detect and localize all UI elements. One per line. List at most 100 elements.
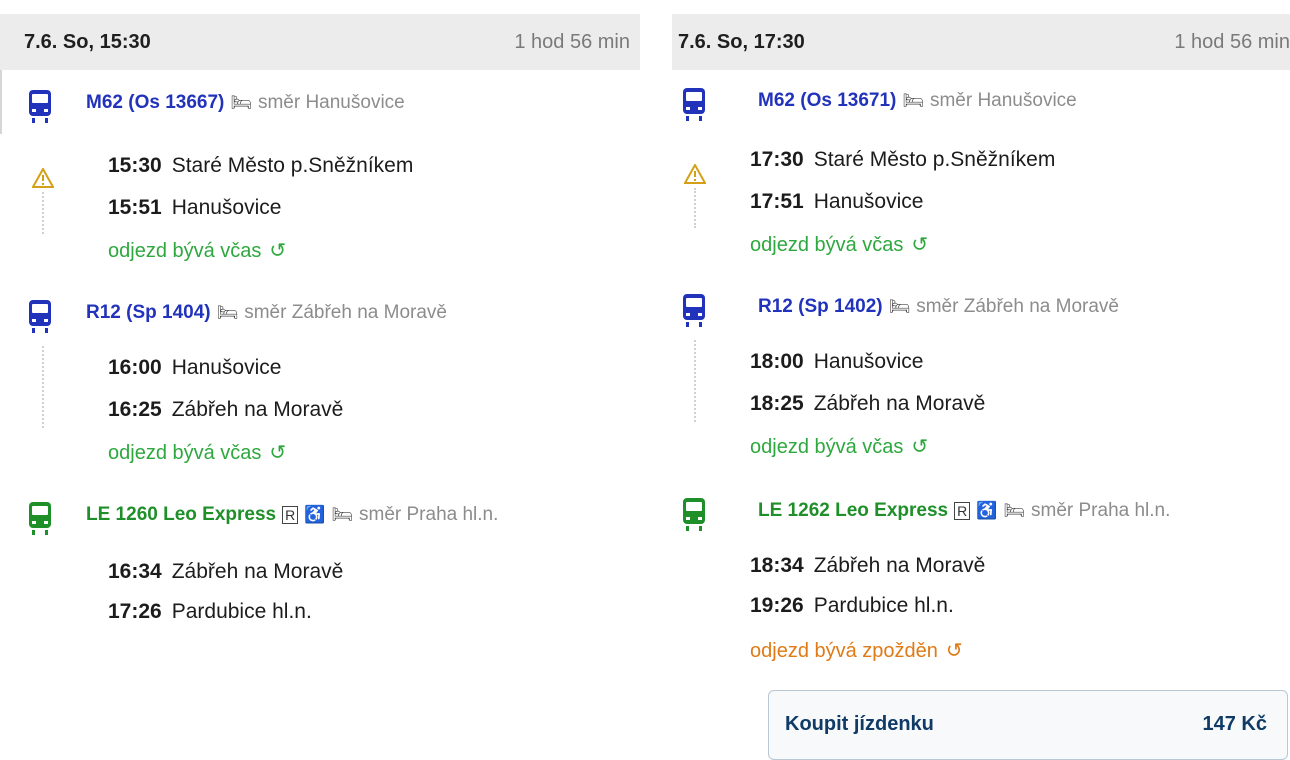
wheelchair-icon: ♿ <box>976 501 998 520</box>
status-text: odjezd bývá zpožděn <box>750 640 938 662</box>
route-line <box>42 192 46 234</box>
segment-header[interactable]: LE 1262 Leo Express R ♿ 🛏 směr Praha hl.… <box>672 498 1290 534</box>
train-code[interactable]: M62 (Os 13671) <box>758 90 896 112</box>
stop-time: 15:51 <box>108 196 162 219</box>
train-direction: směr Hanušovice <box>929 90 1077 111</box>
stop-station: Zábřeh na Moravě <box>171 560 344 583</box>
stop-row: 17:51 Hanušovice <box>750 190 923 214</box>
punctuality-status[interactable]: odjezd bývá včas ↺ <box>750 434 928 459</box>
status-text: odjezd bývá včas <box>750 436 904 458</box>
connection-header: 7.6. So, 15:30 1 hod 56 min <box>0 14 640 70</box>
stop-row: 15:51 Hanušovice <box>108 196 281 220</box>
history-icon: ↺ <box>911 234 929 256</box>
train-icon <box>29 300 51 333</box>
train-direction: směr Praha hl.n. <box>359 504 499 525</box>
connection-card-1730[interactable]: 7.6. So, 17:30 1 hod 56 min M62 (Os 1367… <box>672 0 1290 760</box>
stop-station: Zábřeh na Moravě <box>813 554 986 577</box>
stop-station: Hanušovice <box>171 356 282 379</box>
train-code[interactable]: LE 1260 Leo Express <box>86 504 276 526</box>
train-icon <box>683 88 705 121</box>
bed-icon: 🛏 <box>230 93 252 112</box>
train-icon <box>29 90 51 123</box>
stop-time: 16:34 <box>108 560 162 583</box>
travel-duration: 1 hod 56 min <box>514 30 630 53</box>
stop-row: 18:25 Zábřeh na Moravě <box>750 392 985 416</box>
stop-station: Staré Město p.Sněžníkem <box>171 154 414 177</box>
segment-header[interactable]: M62 (Os 13671) 🛏 směr Hanušovice <box>672 88 1290 124</box>
stop-row: 18:34 Zábřeh na Moravě <box>750 554 985 578</box>
train-direction: směr Zábřeh na Moravě <box>244 302 447 323</box>
reservation-badge: R <box>282 506 299 524</box>
history-icon: ↺ <box>945 640 963 662</box>
segment-header[interactable]: R12 (Sp 1402) 🛏 směr Zábřeh na Moravě <box>672 294 1290 330</box>
departure-date: 7.6. So, 17:30 <box>678 30 805 53</box>
connection-header: 7.6. So, 17:30 1 hod 56 min <box>672 14 1290 70</box>
segment-header[interactable]: LE 1260 Leo Express R ♿ 🛏 směr Praha hl.… <box>0 502 640 538</box>
stop-time: 17:51 <box>750 190 804 213</box>
status-text: odjezd bývá včas <box>750 234 904 256</box>
stop-time: 18:34 <box>750 554 804 577</box>
stop-row: 16:34 Zábřeh na Moravě <box>108 560 343 584</box>
status-text: odjezd bývá včas <box>108 240 262 262</box>
stop-station: Staré Město p.Sněžníkem <box>813 148 1056 171</box>
bed-icon: 🛏 <box>331 505 353 524</box>
stop-station: Hanušovice <box>813 350 924 373</box>
punctuality-status[interactable]: odjezd bývá včas ↺ <box>108 440 286 465</box>
bed-icon: 🛏 <box>888 297 911 316</box>
stop-station: Zábřeh na Moravě <box>171 398 344 421</box>
stop-row: 16:25 Zábřeh na Moravě <box>108 398 343 422</box>
history-icon: ↺ <box>269 442 287 464</box>
stop-station: Pardubice hl.n. <box>171 600 312 623</box>
train-code[interactable]: R12 (Sp 1404) <box>86 302 211 324</box>
stop-time: 19:26 <box>750 594 804 617</box>
punctuality-status[interactable]: odjezd bývá včas ↺ <box>750 232 928 257</box>
stop-station: Pardubice hl.n. <box>813 594 954 617</box>
stop-row: 19:26 Pardubice hl.n. <box>750 594 954 618</box>
history-icon: ↺ <box>911 436 929 458</box>
warning-icon[interactable] <box>32 168 54 188</box>
history-icon: ↺ <box>269 240 287 262</box>
departure-date: 7.6. So, 15:30 <box>24 30 151 53</box>
stop-station: Zábřeh na Moravě <box>813 392 986 415</box>
bed-icon: 🛏 <box>1003 501 1025 520</box>
stop-time: 16:00 <box>108 356 162 379</box>
stop-row: 15:30 Staré Město p.Sněžníkem <box>108 154 413 178</box>
wheelchair-icon: ♿ <box>304 505 326 524</box>
train-icon <box>683 498 705 531</box>
stop-station: Hanušovice <box>813 190 924 213</box>
route-line <box>694 188 698 228</box>
bed-icon: 🛏 <box>902 91 924 110</box>
train-icon <box>29 502 51 535</box>
stop-station: Hanušovice <box>171 196 282 219</box>
bed-icon: 🛏 <box>216 303 239 322</box>
route-line <box>42 346 46 428</box>
train-direction: směr Praha hl.n. <box>1031 500 1171 521</box>
connection-card-1530[interactable]: 7.6. So, 15:30 1 hod 56 min M62 (Os 1366… <box>0 0 640 635</box>
route-line <box>694 340 698 422</box>
stop-time: 16:25 <box>108 398 162 421</box>
buy-ticket-label: Koupit jízdenku <box>785 713 934 735</box>
train-icon <box>683 294 705 327</box>
train-direction: směr Hanušovice <box>257 92 405 113</box>
reservation-badge: R <box>954 502 971 520</box>
stop-time: 15:30 <box>108 154 162 177</box>
stop-time: 18:25 <box>750 392 804 415</box>
segment-header[interactable]: M62 (Os 13667) 🛏 směr Hanušovice <box>0 90 640 126</box>
buy-ticket-button[interactable]: Koupit jízdenku 147 Kč <box>768 690 1288 760</box>
stop-row: 16:00 Hanušovice <box>108 356 281 380</box>
stop-time: 18:00 <box>750 350 804 373</box>
stop-row: 17:30 Staré Město p.Sněžníkem <box>750 148 1055 172</box>
punctuality-status[interactable]: odjezd bývá zpožděn ↺ <box>750 638 963 663</box>
stop-row: 18:00 Hanušovice <box>750 350 923 374</box>
train-code[interactable]: R12 (Sp 1402) <box>758 296 883 318</box>
stop-time: 17:26 <box>108 600 162 623</box>
ticket-price: 147 Kč <box>1202 713 1268 735</box>
train-code[interactable]: M62 (Os 13667) <box>86 92 224 114</box>
punctuality-status[interactable]: odjezd bývá včas ↺ <box>108 238 286 263</box>
train-direction: směr Zábřeh na Moravě <box>916 296 1119 317</box>
train-code[interactable]: LE 1262 Leo Express <box>758 500 948 522</box>
stop-row: 17:26 Pardubice hl.n. <box>108 600 312 624</box>
warning-icon[interactable] <box>684 164 706 184</box>
segment-header[interactable]: R12 (Sp 1404) 🛏 směr Zábřeh na Moravě <box>0 300 640 336</box>
stop-time: 17:30 <box>750 148 804 171</box>
